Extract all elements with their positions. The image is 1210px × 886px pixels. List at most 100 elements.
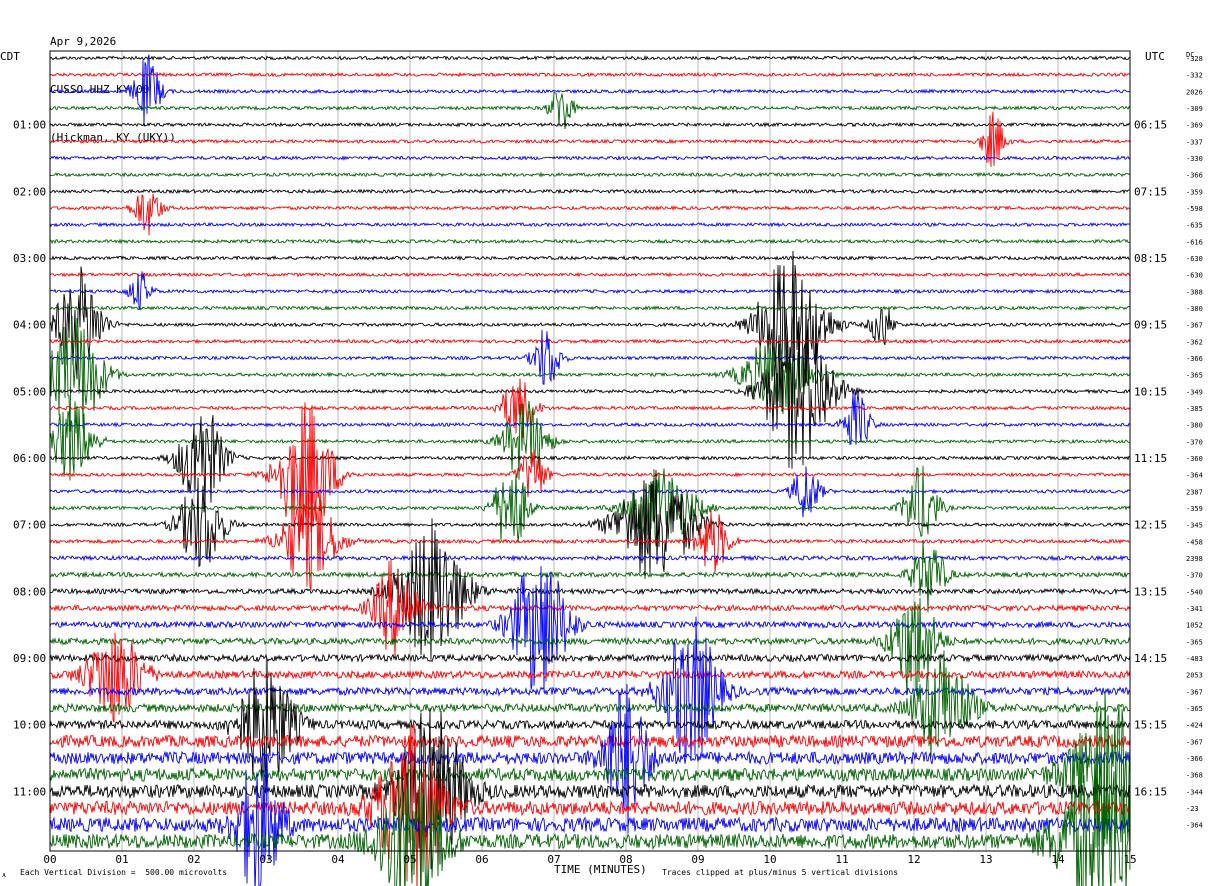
x-axis-title: TIME (MINUTES) bbox=[554, 863, 647, 876]
trace-line bbox=[49, 540, 1131, 613]
dc-offset-label: -364 bbox=[1186, 822, 1203, 830]
trace-line bbox=[49, 305, 1131, 311]
trace-line bbox=[49, 221, 1131, 228]
dc-offset-label: -385 bbox=[1186, 405, 1203, 413]
dc-offset-label: -366 bbox=[1186, 355, 1203, 363]
dc-offset-label: -367 bbox=[1186, 738, 1203, 746]
trace-line bbox=[49, 238, 1131, 245]
dc-offset-label: -369 bbox=[1186, 122, 1203, 130]
trace-line bbox=[49, 193, 1131, 236]
dc-offset-label: -365 bbox=[1186, 372, 1203, 380]
dc-offset-label: -366 bbox=[1186, 755, 1203, 763]
utc-hour-label: 06:15 bbox=[1134, 119, 1167, 132]
dc-offset-label: -362 bbox=[1186, 338, 1203, 346]
trace-line bbox=[49, 250, 1131, 388]
trace-line bbox=[49, 691, 1131, 856]
minute-tick-label: 10 bbox=[763, 853, 776, 866]
trace-line bbox=[49, 271, 1131, 278]
dc-offset-label: -365 bbox=[1186, 638, 1203, 646]
utc-hour-label: 07:15 bbox=[1134, 185, 1167, 198]
seismic-traces bbox=[49, 54, 1131, 886]
utc-hour-label: 10:15 bbox=[1134, 385, 1167, 398]
dc-offset-label: -635 bbox=[1186, 222, 1203, 230]
cdt-axis-label: CDT bbox=[0, 50, 20, 63]
cdt-hour-label: 06:00 bbox=[13, 452, 46, 465]
cdt-hour-label: 02:00 bbox=[13, 185, 46, 198]
dc-offset-label: -360 bbox=[1186, 455, 1203, 463]
dc-offset-label: -630 bbox=[1186, 255, 1203, 263]
minute-tick-label: 05 bbox=[403, 853, 416, 866]
minute-tick-label: 04 bbox=[331, 853, 345, 866]
trace-line bbox=[49, 91, 1131, 130]
dc-offset-label: -364 bbox=[1186, 472, 1203, 480]
trace-line bbox=[49, 71, 1131, 78]
trace-line bbox=[49, 470, 1131, 579]
dc-offset-label: -380 bbox=[1186, 422, 1203, 430]
dc-offset-label: -309 bbox=[1186, 105, 1203, 113]
trace-line bbox=[49, 554, 1130, 562]
dc-offset-label: -349 bbox=[1186, 388, 1203, 396]
utc-hour-label: 14:15 bbox=[1134, 652, 1167, 665]
corner-mark: ᴀ bbox=[2, 870, 7, 879]
dc-offset-label: -344 bbox=[1186, 788, 1203, 796]
minute-tick-label: 06 bbox=[475, 853, 488, 866]
dc-offset-label: -630 bbox=[1186, 272, 1203, 280]
dc-offset-label: -367 bbox=[1186, 322, 1203, 330]
minute-tick-label: 13 bbox=[979, 853, 992, 866]
utc-hour-label: 12:15 bbox=[1134, 519, 1167, 532]
clip-note: Traces clipped at plus/minus 5 vertical … bbox=[662, 868, 899, 877]
dc-offset-label: -424 bbox=[1186, 722, 1203, 730]
dc-offset-label: -616 bbox=[1186, 238, 1203, 246]
utc-axis-label: UTC bbox=[1145, 50, 1165, 63]
trace-line bbox=[50, 255, 1131, 262]
dc-offset-label: -458 bbox=[1186, 538, 1203, 546]
trace-line bbox=[49, 54, 1131, 127]
dc-offset-label: -366 bbox=[1186, 172, 1203, 180]
minute-tick-label: 01 bbox=[115, 853, 128, 866]
trace-line bbox=[49, 329, 1131, 385]
dc-offset-label: -380 bbox=[1186, 305, 1203, 313]
cdt-hour-label: 07:00 bbox=[13, 519, 46, 532]
dc-offset-label: -483 bbox=[1186, 655, 1203, 663]
dc-offset-label: -332 bbox=[1186, 72, 1203, 80]
minute-tick-label: 14 bbox=[1051, 853, 1065, 866]
dc-offset-label: 2398 bbox=[1186, 555, 1203, 563]
trace-line bbox=[49, 54, 1131, 61]
dc-offset-label: 1052 bbox=[1186, 622, 1203, 630]
cdt-hour-label: 09:00 bbox=[13, 652, 46, 665]
minute-tick-label: 09 bbox=[691, 853, 704, 866]
utc-hour-label: 16:15 bbox=[1134, 785, 1167, 798]
utc-hour-label: 08:15 bbox=[1134, 252, 1167, 265]
utc-hour-label: 09:15 bbox=[1134, 319, 1167, 332]
cdt-hour-labels: 01:00 02:00 03:00 04:00 05:00 06:00 07:00 08:00… bbox=[13, 119, 46, 799]
scale-note: Each Vertical Division = 500.00 microvol… bbox=[20, 868, 228, 877]
dc-offset-label: -598 bbox=[1186, 205, 1203, 213]
trace-line bbox=[49, 650, 1131, 758]
dc-offset-label: 2387 bbox=[1186, 488, 1203, 496]
trace-line bbox=[49, 707, 1131, 870]
dc-offset-label: 2026 bbox=[1186, 88, 1203, 96]
dc-offset-label: -370 bbox=[1186, 438, 1203, 446]
utc-hour-label: 11:15 bbox=[1134, 452, 1167, 465]
trace-line bbox=[49, 653, 1131, 663]
dc-offset-label: -341 bbox=[1186, 605, 1203, 613]
trace-line bbox=[49, 724, 1131, 886]
cdt-hour-label: 01:00 bbox=[13, 119, 46, 132]
trace-line bbox=[49, 733, 1131, 749]
trace-line bbox=[49, 597, 1131, 693]
dc-offset-label: -540 bbox=[1186, 588, 1203, 596]
dc-offset-label: -368 bbox=[1186, 772, 1203, 780]
cdt-hour-label: 04:00 bbox=[13, 319, 46, 332]
cdt-hour-label: 11:00 bbox=[13, 785, 46, 798]
cdt-hour-label: 05:00 bbox=[13, 385, 46, 398]
cdt-hour-label: 03:00 bbox=[13, 252, 46, 265]
dc-offset-label: 2053 bbox=[1186, 672, 1203, 680]
trace-line bbox=[49, 188, 1131, 195]
dc-offset-label: -359 bbox=[1186, 505, 1203, 513]
helicorder-plot: CDT UTC DC 01:0002:0003:0004:0005:0006:0… bbox=[0, 50, 1203, 886]
trace-line bbox=[49, 271, 1131, 311]
minute-tick-label: 15 bbox=[1123, 853, 1136, 866]
cdt-hour-label: 10:00 bbox=[13, 719, 46, 732]
trace-line bbox=[49, 315, 1131, 432]
utc-hour-label: 13:15 bbox=[1134, 585, 1167, 598]
